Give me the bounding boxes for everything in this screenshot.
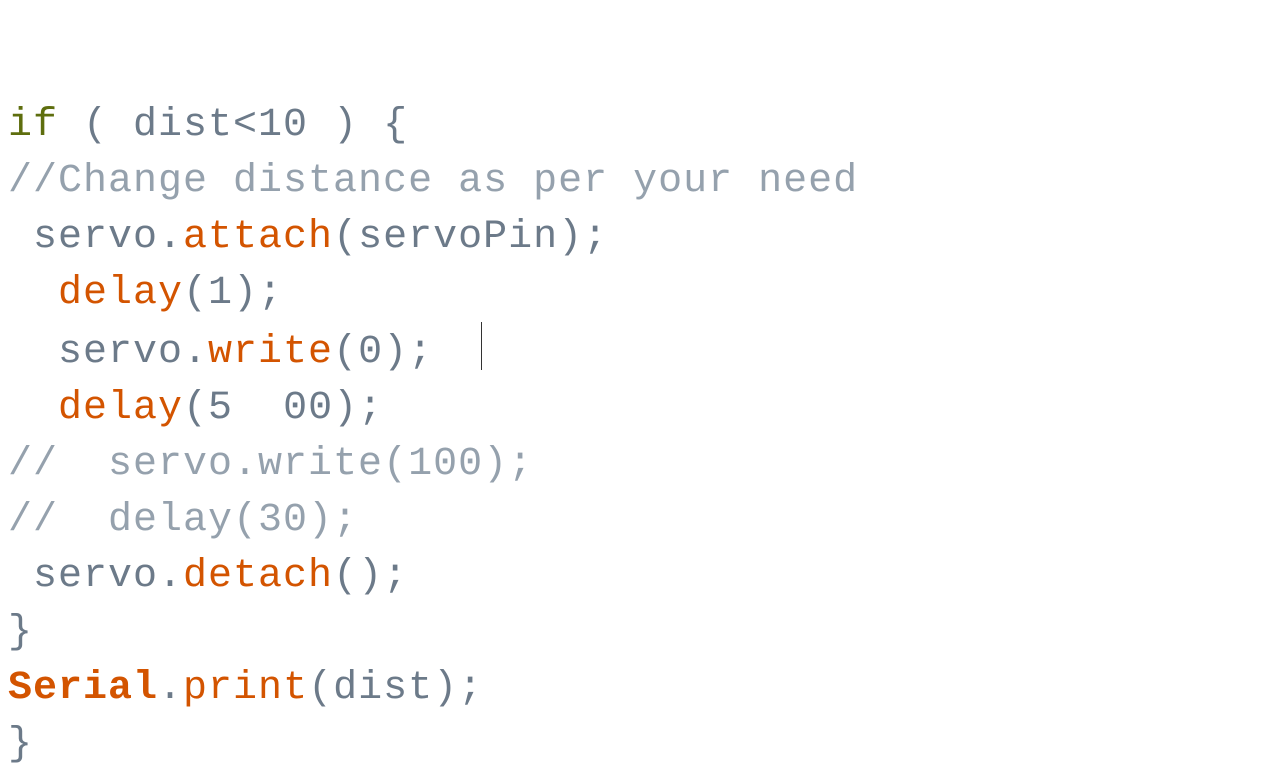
code-text: (); (333, 554, 408, 599)
fn-delay: delay (58, 271, 183, 316)
fn-print: print (183, 666, 308, 711)
fn-detach: detach (183, 554, 333, 599)
code-text: servo. (8, 215, 183, 260)
obj-serial: Serial (8, 666, 158, 711)
dot: . (158, 666, 183, 711)
brace: } (8, 722, 33, 767)
code-text: (1); (183, 271, 283, 316)
code-text: (dist); (308, 666, 483, 711)
code-block: if ( dist<10 ) { //Change distance as pe… (0, 0, 1273, 781)
code-text: (5 00); (183, 386, 383, 431)
indent (8, 386, 58, 431)
comment-line: //Change distance as per your need (8, 159, 858, 204)
text-cursor (481, 322, 482, 370)
code-text: (0); (333, 330, 433, 375)
comment-line: // servo.write(100); (8, 442, 533, 487)
code-text: servo. (8, 554, 183, 599)
indent (8, 271, 58, 316)
code-text: (servoPin); (333, 215, 608, 260)
brace: } (8, 610, 33, 655)
fn-write: write (208, 330, 333, 375)
code-text: ( dist<10 ) { (58, 103, 408, 148)
code-text: servo. (8, 330, 208, 375)
comment-line: // delay(30); (8, 498, 358, 543)
fn-attach: attach (183, 215, 333, 260)
fn-delay: delay (58, 386, 183, 431)
keyword-if: if (8, 103, 58, 148)
